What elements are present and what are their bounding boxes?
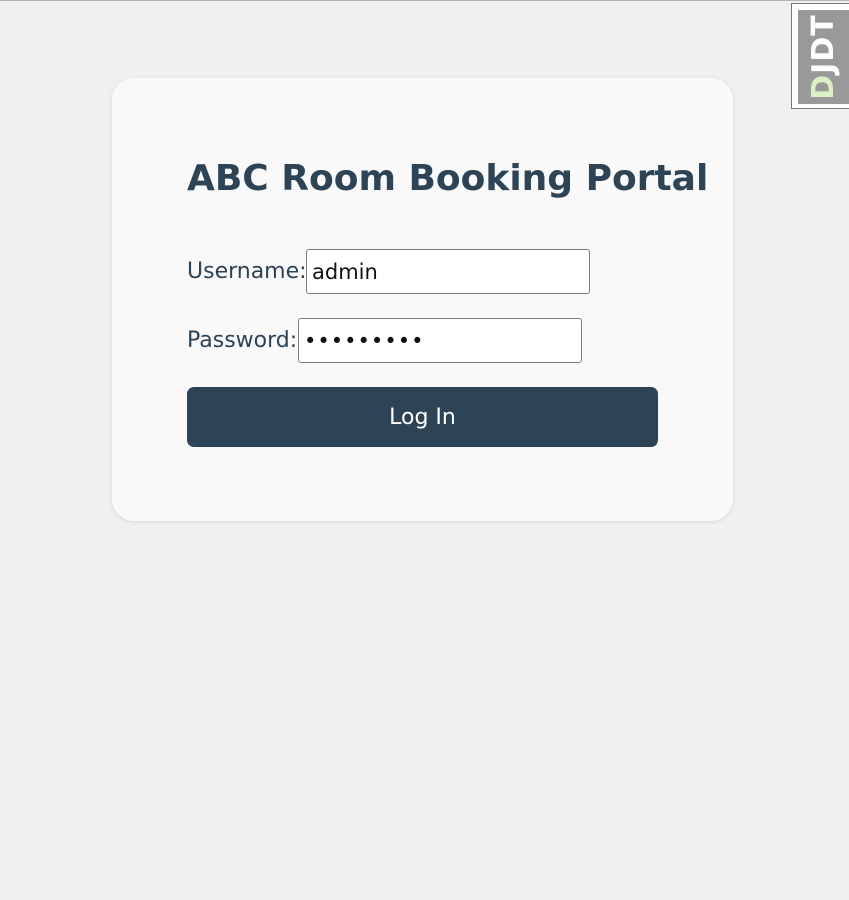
username-label: Username: — [187, 259, 307, 284]
username-input[interactable] — [306, 249, 590, 294]
debug-toolbar-rest-letters: JDT — [806, 14, 841, 74]
top-divider — [0, 0, 849, 1]
password-label: Password: — [187, 328, 298, 353]
debug-toolbar-accent-letter: D — [806, 73, 841, 100]
debug-toolbar-handle[interactable]: DJDT — [791, 3, 849, 109]
password-input[interactable] — [298, 318, 582, 363]
debug-toolbar-label: DJDT — [806, 14, 841, 100]
login-card — [112, 78, 733, 521]
login-button[interactable]: Log In — [187, 387, 658, 447]
page-title: ABC Room Booking Portal — [187, 158, 709, 199]
debug-toolbar-logo: DJDT — [798, 10, 849, 104]
